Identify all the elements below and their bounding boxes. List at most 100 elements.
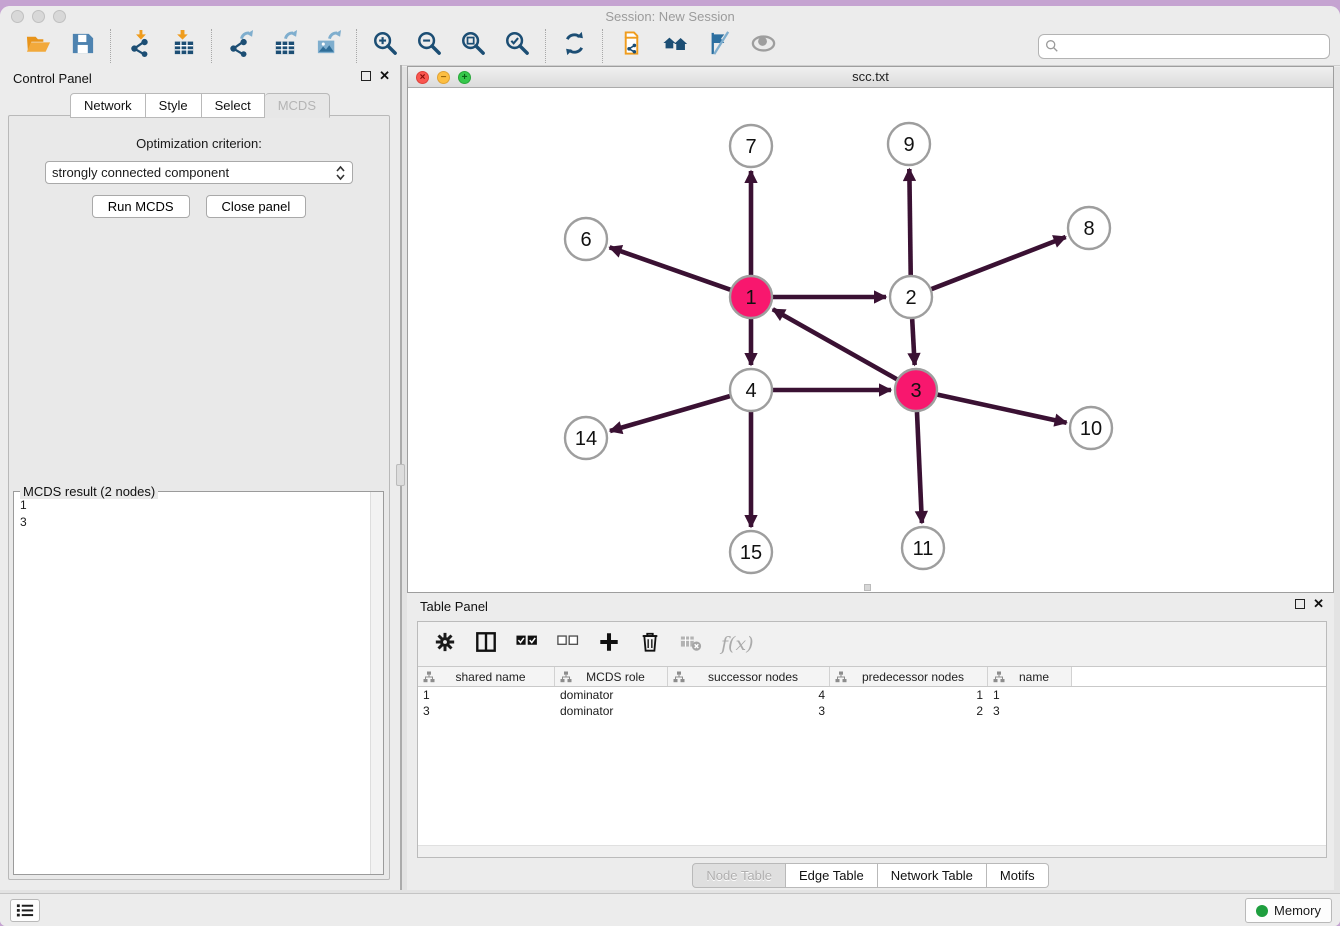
export-image-icon [315,30,342,62]
graph-node-8[interactable]: 8 [1068,207,1110,249]
column-header-name[interactable]: name [988,667,1072,686]
graph-node-3[interactable]: 3 [895,369,937,411]
close-panel-button[interactable]: Close panel [206,195,307,218]
table-row[interactable]: 3dominator323 [418,703,1326,719]
zoom-out-button[interactable] [415,32,443,60]
zoom-window-button[interactable] [53,10,66,23]
edge-3-10[interactable] [937,395,1066,423]
table-cell[interactable]: 3 [988,703,1072,719]
node-label-4: 4 [745,380,756,402]
graph-node-11[interactable]: 11 [902,527,944,569]
network-zoom-icon[interactable]: + [458,71,471,84]
graph-node-6[interactable]: 6 [565,218,607,260]
table-panel-header: Table Panel ✕ [407,593,1334,619]
panel-divider-handle[interactable] [396,464,405,486]
float-panel-icon[interactable] [361,71,371,81]
hide-labels-button[interactable] [705,32,733,60]
search-box[interactable] [1038,34,1330,59]
graph-node-10[interactable]: 10 [1070,407,1112,449]
table-cell[interactable]: 1 [418,687,555,703]
graph-node-2[interactable]: 2 [890,276,932,318]
tab-select[interactable]: Select [202,93,265,118]
table-row[interactable]: 1dominator411 [418,687,1326,703]
save-session-icon [69,30,96,62]
deselect-all-button[interactable] [557,631,579,658]
zoom-fit-button[interactable] [459,32,487,60]
table-cell[interactable]: 3 [668,703,830,719]
canvas-resize-handle[interactable] [864,584,871,591]
edge-2-9[interactable] [909,169,910,275]
select-all-icon [516,631,538,658]
import-network-icon [126,30,153,62]
graph-node-14[interactable]: 14 [565,417,607,459]
table-cell[interactable]: dominator [555,703,668,719]
edge-2-8[interactable] [932,237,1066,289]
search-input[interactable] [1063,39,1323,54]
export-network-button[interactable] [226,32,254,60]
table-cell[interactable]: 1 [988,687,1072,703]
table-cell[interactable]: 1 [830,687,988,703]
column-header-predecessor-nodes[interactable]: predecessor nodes [830,667,988,686]
close-window-button[interactable] [11,10,24,23]
run-mcds-button[interactable]: Run MCDS [92,195,190,218]
result-scrollbar[interactable] [370,492,383,874]
toolbar-group [357,32,545,60]
graph-node-1[interactable]: 1 [730,276,772,318]
zoom-in-button[interactable] [371,32,399,60]
network-close-icon[interactable]: × [416,71,429,84]
tab-edge-table[interactable]: Edge Table [786,863,878,888]
task-history-button[interactable] [10,899,40,922]
network-minimize-icon[interactable]: − [437,71,450,84]
settings-button[interactable] [434,631,456,658]
tab-network-table[interactable]: Network Table [878,863,987,888]
close-panel-icon[interactable]: ✕ [379,71,390,81]
column-header-successor-nodes[interactable]: successor nodes [668,667,830,686]
graph-node-15[interactable]: 15 [730,531,772,573]
split-panel-button[interactable] [475,631,497,658]
edge-3-1[interactable] [773,309,897,379]
network-canvas[interactable]: 1 2 3 4 6 7 8 9 10 11 14 15 [408,88,1333,592]
optimization-select[interactable]: strongly connected component [45,161,353,184]
export-table-button[interactable] [270,32,298,60]
table-cell[interactable]: dominator [555,687,668,703]
duplicate-network-button[interactable] [617,32,645,60]
table-horizontal-scrollbar[interactable] [418,845,1326,857]
save-session-button[interactable] [68,32,96,60]
tab-motifs[interactable]: Motifs [987,863,1049,888]
mcds-result-text[interactable]: 1 3 [14,494,370,874]
table-cell[interactable]: 2 [830,703,988,719]
table-cell[interactable]: 3 [418,703,555,719]
tab-style[interactable]: Style [146,93,202,118]
tab-node-table[interactable]: Node Table [692,863,786,888]
column-tree-icon [835,671,847,683]
table-cell[interactable]: 4 [668,687,830,703]
graph-node-9[interactable]: 9 [888,123,930,165]
memory-button[interactable]: Memory [1245,898,1332,923]
refresh-button[interactable] [560,32,588,60]
add-column-button[interactable] [598,631,620,658]
delete-column-button[interactable] [639,631,661,658]
zoom-selected-button[interactable] [503,32,531,60]
graph-node-7[interactable]: 7 [730,125,772,167]
memory-label: Memory [1274,903,1321,918]
edge-1-6[interactable] [610,247,731,289]
close-table-panel-icon[interactable]: ✕ [1313,599,1324,609]
column-header-MCDS-role[interactable]: MCDS role [555,667,668,686]
open-session-button[interactable] [24,32,52,60]
edge-2-3[interactable] [912,319,914,365]
column-header-shared-name[interactable]: shared name [418,667,555,686]
graph-node-4[interactable]: 4 [730,369,772,411]
column-tree-icon [993,671,1005,683]
tab-network[interactable]: Network [70,93,146,118]
minimize-window-button[interactable] [32,10,45,23]
tab-mcds[interactable]: MCDS [265,93,330,118]
edge-4-14[interactable] [610,396,730,431]
first-neighbors-button[interactable] [661,32,689,60]
export-image-button[interactable] [314,32,342,60]
edge-3-11[interactable] [917,412,922,523]
import-network-button[interactable] [125,32,153,60]
select-all-button[interactable] [516,631,538,658]
float-table-panel-icon[interactable] [1295,599,1305,609]
import-table-button[interactable] [169,32,197,60]
node-table-container: f(x) shared nameMCDS rolesuccessor nodes… [417,621,1327,858]
